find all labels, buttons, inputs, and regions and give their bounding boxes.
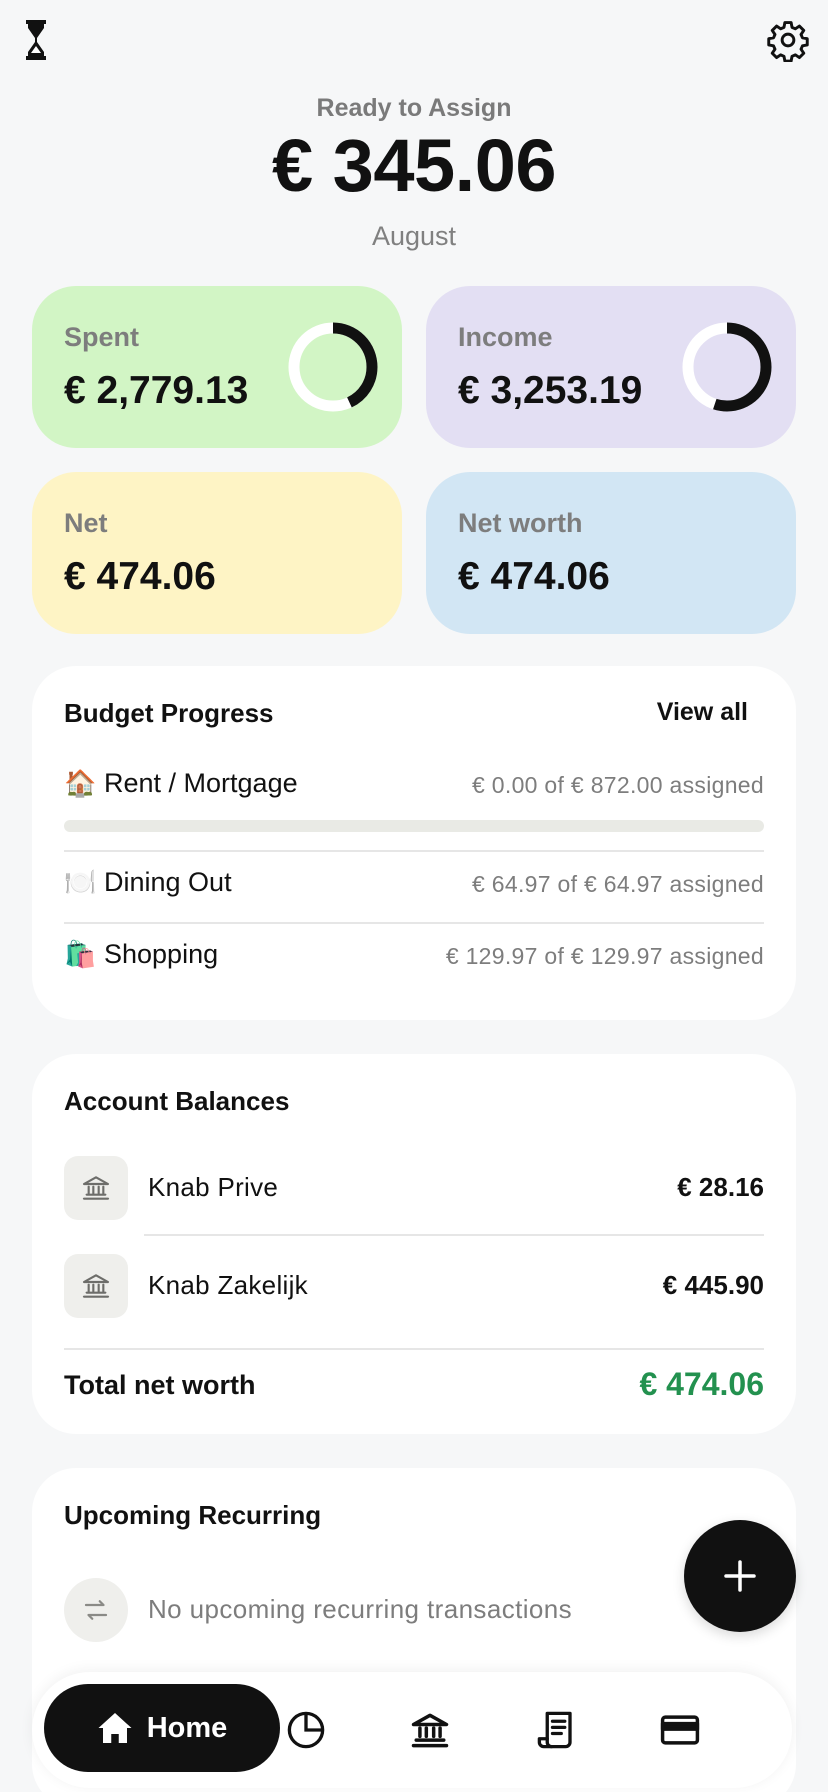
- budget-row-shopping[interactable]: 🛍️ Shopping € 129.97 of € 129.97 assigned: [64, 939, 764, 979]
- bank-icon: [411, 1713, 449, 1748]
- income-card[interactable]: Income € 3,253.19: [426, 286, 796, 448]
- budget-item-name: Shopping: [104, 939, 219, 969]
- month-label[interactable]: August: [0, 221, 828, 252]
- ready-to-assign-label: Ready to Assign: [316, 94, 512, 122]
- upcoming-recurring-title: Upcoming Recurring: [64, 1500, 322, 1530]
- account-name: Knab Zakelijk: [148, 1270, 308, 1300]
- total-net-worth-value: € 474.06: [639, 1366, 764, 1402]
- budget-item-amount: € 129.97 of € 129.97 assigned: [445, 943, 764, 969]
- budget-item-amount: € 64.97 of € 64.97 assigned: [472, 871, 764, 897]
- nav-cards-tab[interactable]: [652, 1702, 708, 1758]
- bank-icon: [64, 1254, 128, 1318]
- account-balances-title: Account Balances: [64, 1086, 290, 1116]
- account-balance: € 28.16: [677, 1172, 764, 1202]
- net-worth-value: € 474.06: [458, 555, 610, 598]
- repeat-icon: [64, 1578, 128, 1642]
- budget-row-dining[interactable]: 🍽️ Dining Out € 64.97 of € 64.97 assigned: [64, 867, 764, 907]
- house-icon: 🏠: [64, 768, 97, 798]
- divider: [64, 850, 764, 852]
- budget-item-amount: € 0.00 of € 872.00 assigned: [472, 772, 764, 798]
- plate-icon: 🍽️: [64, 867, 97, 897]
- view-all-link[interactable]: View all: [657, 698, 748, 727]
- income-ring: [682, 322, 772, 412]
- total-net-worth-label: Total net worth: [64, 1370, 256, 1400]
- net-worth-card[interactable]: Net worth € 474.06: [426, 472, 796, 634]
- rent-progress-bar: [64, 820, 764, 832]
- spent-ring: [288, 322, 378, 412]
- budget-row-rent[interactable]: 🏠 Rent / Mortgage € 0.00 of € 872.00 assi…: [64, 768, 764, 808]
- budget-item-name: Rent / Mortgage: [104, 768, 298, 798]
- budget-progress-card: Budget Progress View all 🏠 Rent / Mortgag…: [32, 666, 796, 1020]
- receipt-icon: [537, 1711, 572, 1749]
- shopping-bag-icon: 🛍️: [64, 939, 97, 969]
- account-row-knab-prive[interactable]: Knab Prive € 28.16: [64, 1156, 764, 1220]
- budget-progress-title: Budget Progress: [64, 698, 274, 728]
- nav-budget-tab[interactable]: [278, 1702, 334, 1758]
- add-transaction-button[interactable]: [684, 1520, 796, 1632]
- account-balance: € 445.90: [662, 1270, 764, 1300]
- account-name: Knab Prive: [148, 1172, 279, 1202]
- settings-gear-icon[interactable]: [766, 18, 810, 63]
- bank-icon: [64, 1156, 128, 1220]
- nav-transactions-tab[interactable]: [528, 1702, 584, 1758]
- net-label: Net: [64, 508, 108, 538]
- account-row-knab-zakelijk[interactable]: Knab Zakelijk € 445.90: [64, 1254, 764, 1318]
- net-worth-label: Net worth: [458, 508, 583, 538]
- net-card[interactable]: Net € 474.06: [32, 472, 402, 634]
- divider: [64, 1348, 764, 1350]
- plus-icon: [724, 1560, 756, 1592]
- card-icon: [660, 1715, 700, 1745]
- divider: [64, 922, 764, 924]
- ready-to-assign-header: Ready to Assign € 345.06 August: [0, 94, 828, 252]
- budget-item-name: Dining Out: [104, 867, 232, 897]
- top-bar: [0, 0, 828, 90]
- account-balances-card: Account Balances Knab Prive € 28.16 Knab…: [32, 1054, 796, 1434]
- hourglass-icon[interactable]: [22, 18, 58, 62]
- ready-to-assign-amount: € 345.06: [271, 124, 557, 207]
- spent-card[interactable]: Spent € 2,779.13: [32, 286, 402, 448]
- budget-pie-icon: [287, 1711, 325, 1749]
- divider: [144, 1234, 764, 1236]
- bottom-navigation: Home: [32, 1672, 792, 1788]
- nav-accounts-tab[interactable]: [402, 1702, 458, 1758]
- no-recurring-text: No upcoming recurring transactions: [148, 1594, 573, 1624]
- nav-home-tab[interactable]: Home: [44, 1684, 280, 1772]
- home-icon: [98, 1713, 132, 1743]
- nav-home-label: Home: [146, 1711, 228, 1744]
- net-value: € 474.06: [64, 555, 216, 598]
